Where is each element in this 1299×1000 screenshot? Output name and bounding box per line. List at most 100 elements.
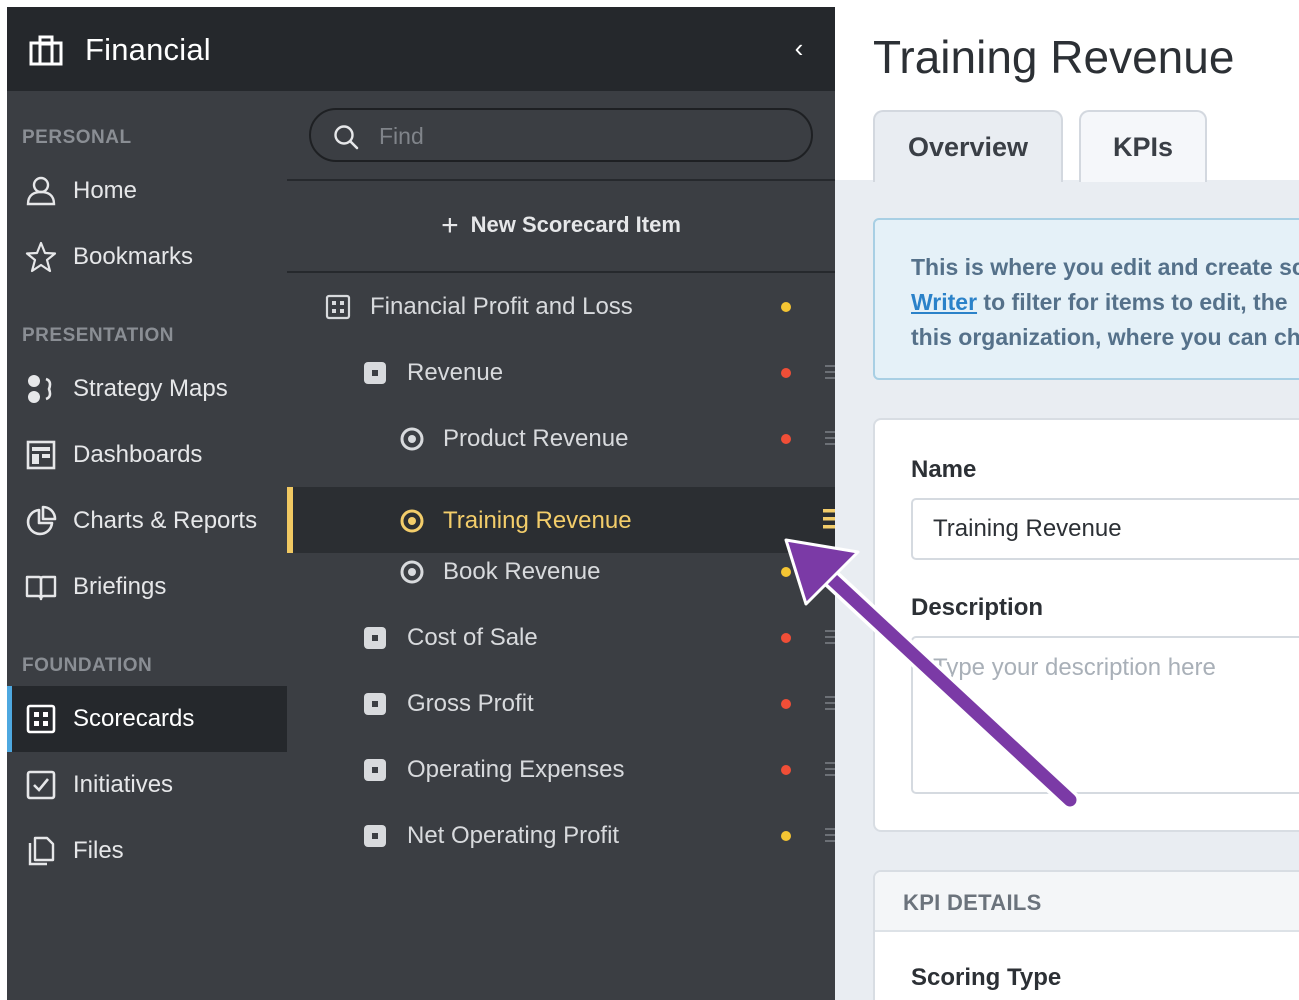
sidebar: Financial ‹ PERSONAL Home Bookmarks PRES… xyxy=(7,7,836,1000)
sidebar-item-label: Bookmarks xyxy=(73,243,194,270)
description-field[interactable] xyxy=(911,636,1299,794)
sidebar-item-label: Dashboards xyxy=(73,441,203,468)
info-text: This is where you edit and create sc Wri… xyxy=(911,250,1299,355)
new-scorecard-item-label: New Scorecard Item xyxy=(470,212,681,237)
sidebar-item-label: Charts & Reports xyxy=(73,507,258,534)
dashboard-icon xyxy=(26,440,56,470)
page-title: Training Revenue xyxy=(873,31,1235,83)
tree-row-cost-of-sale[interactable]: Cost of Sale xyxy=(287,604,835,670)
status-indicator-red xyxy=(781,765,791,775)
sidebar-item-charts-reports[interactable]: Charts & Reports xyxy=(7,488,287,554)
collapse-sidebar-icon[interactable]: ‹ xyxy=(789,35,809,61)
sidebar-item-briefings[interactable]: Briefings xyxy=(7,554,287,620)
tree-row-revenue[interactable]: Revenue xyxy=(287,339,835,405)
objective-icon xyxy=(364,825,386,847)
selected-indicator xyxy=(287,487,293,553)
sidebar-item-label: Briefings xyxy=(73,573,167,600)
kpi-icon xyxy=(400,509,424,533)
tree-row-label: Cost of Sale xyxy=(407,624,538,651)
tree-row-gross-profit[interactable]: Gross Profit xyxy=(287,670,835,736)
app-header: Financial ‹ xyxy=(7,7,836,91)
kpi-icon xyxy=(400,427,424,451)
app-window: Financial ‹ PERSONAL Home Bookmarks PRES… xyxy=(0,0,1299,1000)
scorecard-icon xyxy=(325,294,351,320)
strategy-map-icon xyxy=(28,375,52,403)
sidebar-item-dashboards[interactable]: Dashboards xyxy=(7,422,287,488)
sidebar-item-label: Initiatives xyxy=(73,771,174,798)
briefcase-icon xyxy=(29,35,63,66)
tree-row-financial-profit-and-loss[interactable]: Financial Profit and Loss xyxy=(287,273,835,339)
status-indicator-red xyxy=(781,368,791,378)
info-callout: This is where you edit and create sc Wri… xyxy=(873,218,1299,380)
writer-link[interactable]: Writer xyxy=(911,289,977,315)
sidebar-item-initiatives[interactable]: Initiatives xyxy=(7,752,287,818)
drag-handle-icon[interactable] xyxy=(825,628,835,646)
objective-icon xyxy=(364,759,386,781)
checkbox-icon xyxy=(26,770,56,800)
sidebar-item-strategy-maps[interactable]: Strategy Maps xyxy=(7,356,287,422)
sidebar-item-home[interactable]: Home xyxy=(7,158,287,224)
info-line-2: Writer to filter for items to edit, the xyxy=(911,285,1299,320)
drag-handle-icon[interactable] xyxy=(825,826,835,844)
tab-kpis[interactable]: KPIs xyxy=(1079,110,1207,182)
new-scorecard-item-button[interactable]: + New Scorecard Item xyxy=(287,209,835,249)
tree-row-label: Financial Profit and Loss xyxy=(370,293,633,320)
star-icon xyxy=(25,241,57,273)
tree-row-product-revenue[interactable]: Product Revenue xyxy=(287,405,835,471)
tree-row-label: Book Revenue xyxy=(443,558,601,585)
tree-row-label: Revenue xyxy=(407,359,504,386)
files-icon xyxy=(28,836,55,866)
kpi-icon xyxy=(400,560,424,584)
active-indicator xyxy=(7,686,12,752)
drag-handle-icon[interactable] xyxy=(825,694,835,712)
status-indicator-yellow xyxy=(781,831,791,841)
tree-row-training-revenue[interactable]: Training Revenue xyxy=(287,487,866,553)
sidebar-item-label: Files xyxy=(73,837,124,864)
status-indicator-red xyxy=(781,699,791,709)
scoring-type-label: Scoring Type xyxy=(911,964,1062,991)
tree-row-label: Net Operating Profit xyxy=(407,822,620,849)
drag-handle-icon[interactable] xyxy=(825,760,835,778)
sidebar-item-scorecards[interactable]: Scorecards xyxy=(7,686,287,752)
app-title: Financial xyxy=(85,32,211,67)
tree-row-net-operating-profit[interactable]: Net Operating Profit xyxy=(287,802,835,868)
objective-icon xyxy=(364,627,386,649)
status-indicator-red xyxy=(781,434,791,444)
status-indicator-yellow xyxy=(781,302,791,312)
search-input[interactable] xyxy=(379,120,799,152)
divider xyxy=(287,179,835,181)
tree-row-label: Product Revenue xyxy=(443,425,629,452)
pie-chart-icon xyxy=(26,505,57,536)
search-box xyxy=(309,108,813,162)
kpi-details-card: KPI DETAILS Scoring Type xyxy=(873,870,1299,1000)
info-line-3: this organization, where you can ch xyxy=(911,324,1299,350)
sidebar-item-bookmarks[interactable]: Bookmarks xyxy=(7,224,287,290)
objective-icon xyxy=(364,693,386,715)
info-line-2-text: to filter for items to edit, the xyxy=(977,289,1288,315)
plus-icon: + xyxy=(441,209,459,242)
section-personal: PERSONAL xyxy=(22,127,132,148)
name-field[interactable] xyxy=(911,498,1299,560)
editor-panel: Training Revenue Overview KPIs This is w… xyxy=(835,0,1299,1000)
tab-overview[interactable]: Overview xyxy=(873,110,1063,182)
kpi-details-header: KPI DETAILS xyxy=(875,872,1299,932)
objective-icon xyxy=(364,362,386,384)
sidebar-item-label: Strategy Maps xyxy=(73,375,228,402)
sidebar-item-files[interactable]: Files xyxy=(7,818,287,884)
drag-handle-icon[interactable] xyxy=(825,429,835,447)
tree-row-label: Operating Expenses xyxy=(407,756,625,783)
status-indicator-yellow xyxy=(781,567,791,577)
scorecard-tree-panel: + New Scorecard Item Financial Profit and… xyxy=(287,91,866,1000)
kpi-details-title: KPI DETAILS xyxy=(903,890,1042,915)
tree-row-operating-expenses[interactable]: Operating Expenses xyxy=(287,736,835,802)
section-presentation: PRESENTATION xyxy=(22,325,175,346)
scorecard-icon xyxy=(26,704,56,734)
search-icon xyxy=(334,125,359,150)
book-icon xyxy=(25,575,57,601)
sidebar-item-label: Scorecards xyxy=(73,705,195,732)
info-line-1: This is where you edit and create sc xyxy=(911,254,1299,280)
sidebar-item-label: Home xyxy=(73,177,138,204)
section-foundation: FOUNDATION xyxy=(22,655,153,676)
drag-handle-icon[interactable] xyxy=(825,363,835,381)
name-label: Name xyxy=(911,456,977,483)
